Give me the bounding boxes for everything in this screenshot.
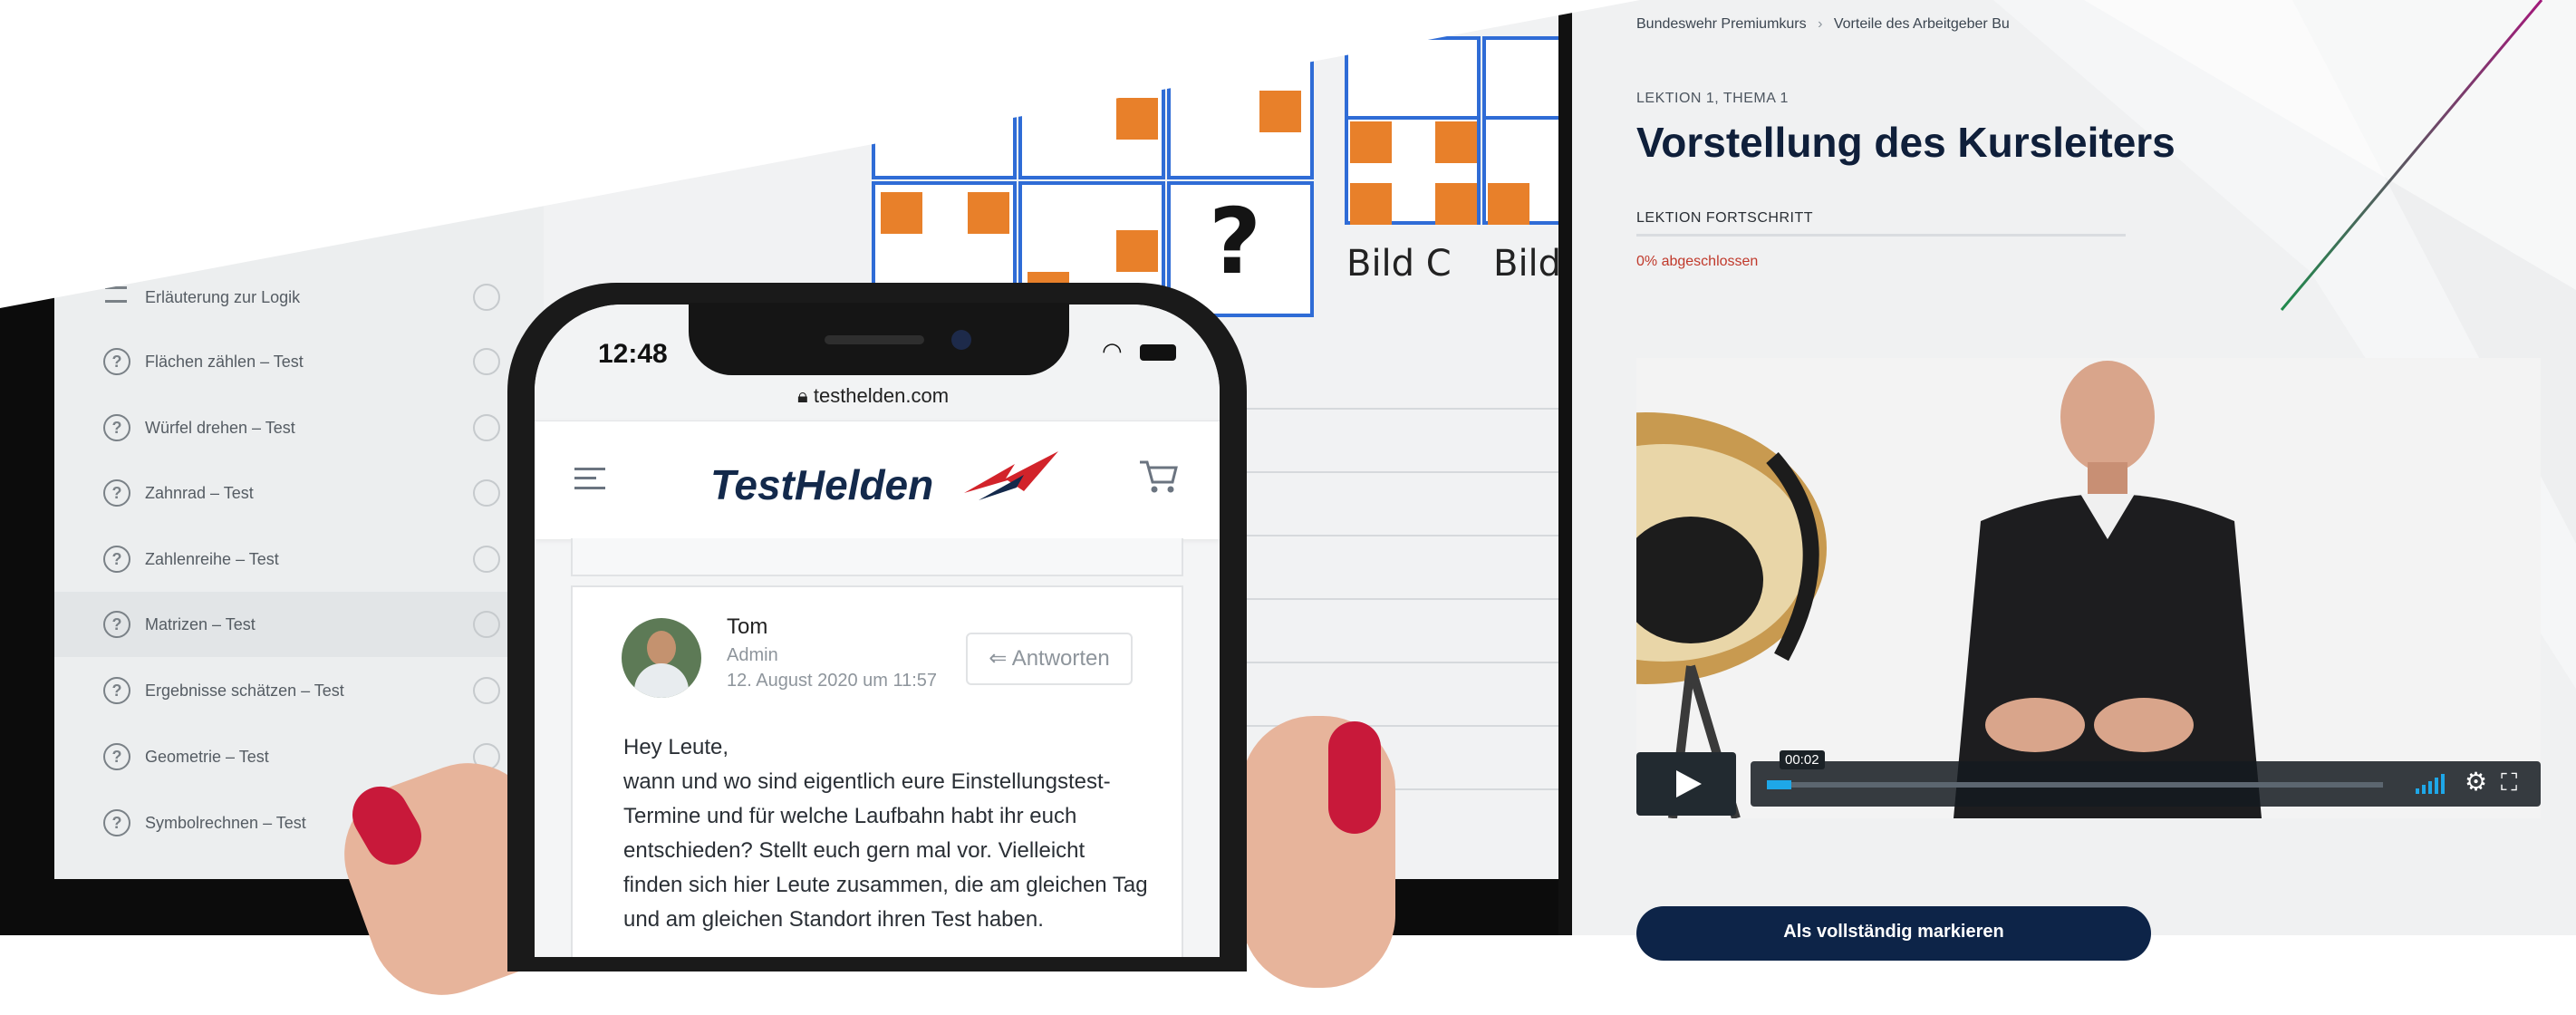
url-text: testhelden.com — [813, 384, 950, 407]
comment-date: 12. August 2020 um 11:57 — [727, 671, 938, 691]
page-title: Vorstellung des Kursleiters — [1636, 119, 2176, 166]
brand-star-icon — [964, 451, 1058, 500]
progress-track — [1636, 234, 2126, 237]
breadcrumb-link-topic[interactable]: Vorteile des Arbeitgeber Bu — [1834, 16, 2010, 32]
settings-gear-icon[interactable]: ⚙ — [2465, 767, 2487, 797]
breadcrumb: Bundeswehr Premiumkurs › Vorteile des Ar… — [1636, 16, 2010, 33]
reply-button[interactable]: ⇐ Antworten — [966, 633, 1133, 685]
comment-line: Termine und für welche Laufbahn habt ihr… — [623, 804, 1077, 828]
play-button[interactable] — [1636, 752, 1736, 816]
menu-icon-bar — [574, 477, 596, 479]
fullscreen-icon[interactable]: ⛶ — [2501, 768, 2517, 798]
progress-label: LEKTION FORTSCHRITT — [1636, 210, 1813, 226]
volume-icon[interactable] — [2414, 774, 2450, 794]
comment-body: Hey Leute, wann und wo sind eigentlich e… — [623, 730, 1167, 937]
wifi-icon: ◠ — [1102, 337, 1123, 364]
comment-line: entschieden? Stellt euch gern mal vor. V… — [623, 838, 1085, 863]
reply-label: Antworten — [1011, 646, 1110, 671]
comment-author: Tom — [727, 614, 768, 639]
lesson-kicker: LEKTION 1, THEMA 1 — [1636, 91, 1789, 106]
brand-logo[interactable]: TestHelden — [710, 460, 933, 509]
comment-line: Hey Leute, — [623, 735, 729, 759]
right-finger-nail — [1328, 721, 1381, 834]
comment-line: finden sich hier Leute zusammen, die am … — [623, 873, 1148, 897]
url-bar[interactable]: 🔒︎ testhelden.com — [797, 384, 949, 408]
video-frame — [1636, 358, 2541, 818]
video-progress-fill — [1767, 780, 1791, 789]
lock-icon: 🔒︎ — [797, 384, 808, 407]
video-progress-track[interactable] — [1767, 782, 2383, 788]
battery-icon — [1140, 344, 1176, 361]
progress-text: 0% abgeschlossen — [1636, 254, 1759, 269]
video-player[interactable] — [1636, 358, 2541, 818]
play-icon — [1676, 770, 1702, 798]
breadcrumb-link-course[interactable]: Bundeswehr Premiumkurs — [1636, 16, 1807, 32]
status-time: 12:48 — [598, 339, 668, 369]
comment-line: und am gleichen Standort ihren Test habe… — [623, 907, 1044, 932]
breadcrumb-separator: › — [1818, 16, 1823, 32]
video-time: 00:02 — [1780, 750, 1825, 769]
comment-role: Admin — [727, 645, 778, 665]
avatar — [622, 618, 701, 698]
phone-screen: 12:48 ◠ 🔒︎ testhelden.com TestHelden Tom… — [535, 304, 1220, 957]
card-top — [571, 538, 1183, 576]
video-control-bar: 00:02 ⚙ ⛶ — [1751, 750, 2541, 807]
mark-complete-button[interactable]: Als vollständig markieren — [1636, 906, 2151, 961]
reply-icon: ⇐ — [989, 646, 1008, 671]
comment-line: wann und wo sind eigentlich eure Einstel… — [623, 769, 1111, 794]
cart-icon[interactable] — [1138, 457, 1178, 497]
phone-notch — [689, 303, 1069, 375]
